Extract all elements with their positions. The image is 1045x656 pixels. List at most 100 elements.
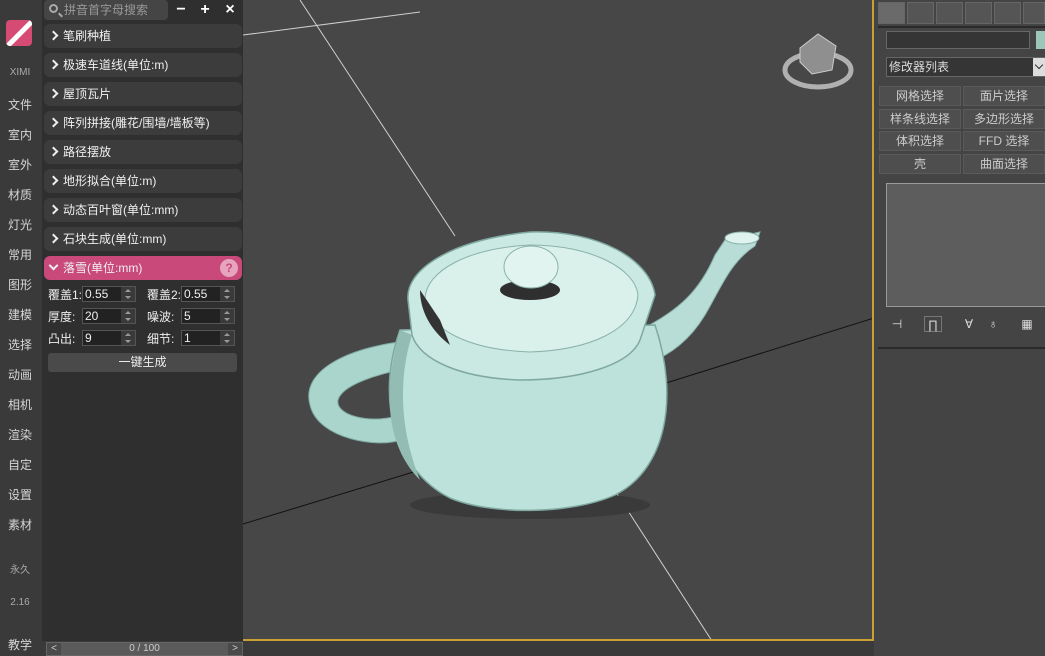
version-label: 2.16 xyxy=(10,597,30,608)
motion-tab-icon[interactable] xyxy=(965,2,992,24)
patch-select-button[interactable]: 面片选择 xyxy=(963,86,1045,106)
category-path-placement[interactable]: 路径摆放 xyxy=(44,140,242,164)
sidebar-item-select[interactable]: 选择 xyxy=(0,336,40,353)
category-label: 石块生成(单位:mm) xyxy=(63,232,167,246)
object-name-field[interactable] xyxy=(886,31,1030,49)
add-button[interactable]: + xyxy=(195,0,215,20)
display-tab-icon[interactable] xyxy=(994,2,1021,24)
sidebar-item-render[interactable]: 渲染 xyxy=(0,426,40,443)
bulge-input[interactable] xyxy=(83,331,121,345)
detail-label: 细节: xyxy=(147,332,175,346)
chevron-down-icon[interactable] xyxy=(1033,58,1045,76)
cover2-input[interactable] xyxy=(182,287,220,301)
sidebar-item-exterior[interactable]: 室外 xyxy=(0,156,40,173)
sidebar-item-camera[interactable]: 相机 xyxy=(0,396,40,413)
sidebar-item-shapes[interactable]: 图形 xyxy=(0,276,40,293)
minimize-button[interactable]: − xyxy=(171,0,191,20)
sidebar-item-file[interactable]: 文件 xyxy=(0,96,40,113)
thickness-input[interactable] xyxy=(83,309,121,323)
remove-modifier-icon[interactable]: ♁ xyxy=(984,316,1002,332)
cover1-input[interactable] xyxy=(83,287,121,301)
sidebar-item-lighting[interactable]: 灯光 xyxy=(0,216,40,233)
detail-input[interactable] xyxy=(182,331,220,345)
detail-spinner[interactable] xyxy=(181,330,235,346)
spinner-arrows-icon[interactable] xyxy=(220,287,234,301)
cover1-spinner[interactable] xyxy=(82,286,136,302)
modify-tab-icon[interactable] xyxy=(907,2,934,24)
mesh-select-button[interactable]: 网格选择 xyxy=(879,86,961,106)
generate-button[interactable]: 一键生成 xyxy=(48,353,237,372)
spinner-arrows-icon[interactable] xyxy=(121,331,135,345)
sidebar-item-tutorial[interactable]: 教学 xyxy=(0,636,40,653)
show-end-result-icon[interactable]: ∏ xyxy=(924,316,942,332)
bulge-spinner[interactable] xyxy=(82,330,136,346)
volume-select-button[interactable]: 体积选择 xyxy=(879,131,961,151)
configure-sets-icon[interactable]: ▦ xyxy=(1018,316,1036,332)
divider xyxy=(878,347,1045,349)
thickness-spinner[interactable] xyxy=(82,308,136,324)
category-label: 极速车道线(单位:m) xyxy=(63,58,169,72)
object-color-swatch[interactable] xyxy=(1036,31,1045,49)
category-label: 阵列拼接(雕花/围墙/墙板等) xyxy=(63,116,210,130)
ffd-select-button[interactable]: FFD 选择 xyxy=(963,131,1045,151)
category-label: 落雪(单位:mm) xyxy=(63,261,143,275)
hierarchy-tab-icon[interactable] xyxy=(936,2,963,24)
time-slider[interactable]: < 0 / 100 > xyxy=(46,642,243,656)
category-label: 笔刷种植 xyxy=(63,29,112,43)
surface-select-button[interactable]: 曲面选择 xyxy=(963,154,1045,174)
close-button[interactable]: × xyxy=(220,0,240,20)
grid-axis-line xyxy=(242,11,421,36)
viewcube-box[interactable] xyxy=(799,33,837,75)
chevron-right-icon xyxy=(48,233,59,244)
category-array-tiling[interactable]: 阵列拼接(雕花/围墙/墙板等) xyxy=(44,111,242,135)
chevron-right-icon xyxy=(48,59,59,70)
cover2-spinner[interactable] xyxy=(181,286,235,302)
chevron-right-icon xyxy=(48,30,59,41)
teapot-spout-tip xyxy=(724,231,760,245)
modifier-list-dropdown[interactable]: 修改器列表 xyxy=(886,57,1045,77)
noise-spinner[interactable] xyxy=(181,308,235,324)
modifier-stack-list[interactable] xyxy=(886,183,1045,307)
app-logo-icon[interactable] xyxy=(6,20,32,46)
create-tab-icon[interactable] xyxy=(878,2,905,24)
utilities-tab-icon[interactable] xyxy=(1023,2,1045,24)
spinner-arrows-icon[interactable] xyxy=(121,309,135,323)
search-placeholder: 拼音首字母搜索 xyxy=(64,3,149,17)
chevron-right-icon xyxy=(48,146,59,157)
search-icon xyxy=(49,4,58,13)
sidebar-item-animation[interactable]: 动画 xyxy=(0,366,40,383)
sidebar-item-customize[interactable]: 自定 xyxy=(0,456,40,473)
category-snowfall[interactable]: 落雪(单位:mm)? xyxy=(44,256,242,280)
spinner-arrows-icon[interactable] xyxy=(220,309,234,323)
shell-button[interactable]: 壳 xyxy=(879,154,961,174)
category-roof-tiles[interactable]: 屋顶瓦片 xyxy=(44,82,242,106)
plugin-panel: 拼音首字母搜索 − + × 笔刷种植 极速车道线(单位:m) 屋顶瓦片 阵列拼接… xyxy=(42,0,243,641)
grid-axis-line xyxy=(242,469,421,525)
spline-select-button[interactable]: 样条线选择 xyxy=(879,109,961,129)
sidebar-item-interior[interactable]: 室内 xyxy=(0,126,40,143)
sidebar-item-assets[interactable]: 素材 xyxy=(0,516,40,533)
pin-stack-icon[interactable]: ⊣ xyxy=(888,316,906,332)
chevron-right-icon xyxy=(48,88,59,99)
sidebar-item-settings[interactable]: 设置 xyxy=(0,486,40,503)
help-icon[interactable]: ? xyxy=(220,259,238,277)
poly-select-button[interactable]: 多边形选择 xyxy=(963,109,1045,129)
sidebar-item-material[interactable]: 材质 xyxy=(0,186,40,203)
category-lane-lines[interactable]: 极速车道线(单位:m) xyxy=(44,53,242,77)
viewcube[interactable] xyxy=(782,33,854,90)
category-stone-generation[interactable]: 石块生成(单位:mm) xyxy=(44,227,242,251)
search-input[interactable]: 拼音首字母搜索 xyxy=(44,0,168,20)
chevron-down-icon xyxy=(48,260,59,271)
category-brush-planting[interactable]: 笔刷种植 xyxy=(44,24,242,48)
category-terrain-fit[interactable]: 地形拟合(单位:m) xyxy=(44,169,242,193)
frame-counter: 0 / 100 xyxy=(129,643,160,654)
noise-input[interactable] xyxy=(182,309,220,323)
sidebar-item-common[interactable]: 常用 xyxy=(0,246,40,263)
category-dynamic-blinds[interactable]: 动态百叶窗(单位:mm) xyxy=(44,198,242,222)
make-unique-icon[interactable]: ∀ xyxy=(960,316,978,332)
sidebar-item-modeling[interactable]: 建模 xyxy=(0,306,40,323)
spinner-arrows-icon[interactable] xyxy=(121,287,135,301)
next-frame-button[interactable]: > xyxy=(228,643,242,655)
spinner-arrows-icon[interactable] xyxy=(220,331,234,345)
prev-frame-button[interactable]: < xyxy=(47,643,61,655)
